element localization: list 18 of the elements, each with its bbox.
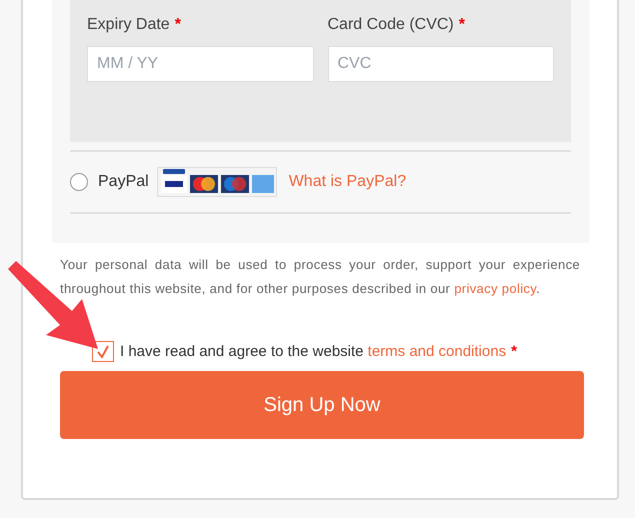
required-asterisk: * [458, 16, 465, 33]
required-asterisk: * [174, 16, 181, 33]
terms-link[interactable]: terms and conditions [368, 343, 506, 360]
field-label: Card Code (CVC) [328, 16, 454, 33]
required-asterisk: * [511, 343, 517, 360]
privacy-notice: Your personal data will be used to process your order, support your experience throughout this website, and for other purposes described in our privacy policy. [60, 256, 580, 298]
radio-button[interactable] [70, 173, 88, 191]
input-field[interactable]: CVC [328, 46, 554, 82]
checkbox[interactable] [92, 341, 114, 362]
payment-option-label: PayPal [98, 173, 149, 191]
card-logos-icon [156, 167, 277, 197]
what-is-paypal-link[interactable]: What is PayPal? [288, 173, 406, 191]
input-field[interactable]: MM / YY [87, 46, 314, 82]
field-label: Expiry Date [87, 16, 170, 33]
sign-up-button[interactable]: Sign Up Now [60, 371, 584, 439]
checkmark-icon [96, 344, 110, 358]
privacy-policy-link[interactable]: privacy policy [454, 281, 536, 296]
terms-label: I have read and agree to the website terms and conditions [120, 343, 506, 360]
